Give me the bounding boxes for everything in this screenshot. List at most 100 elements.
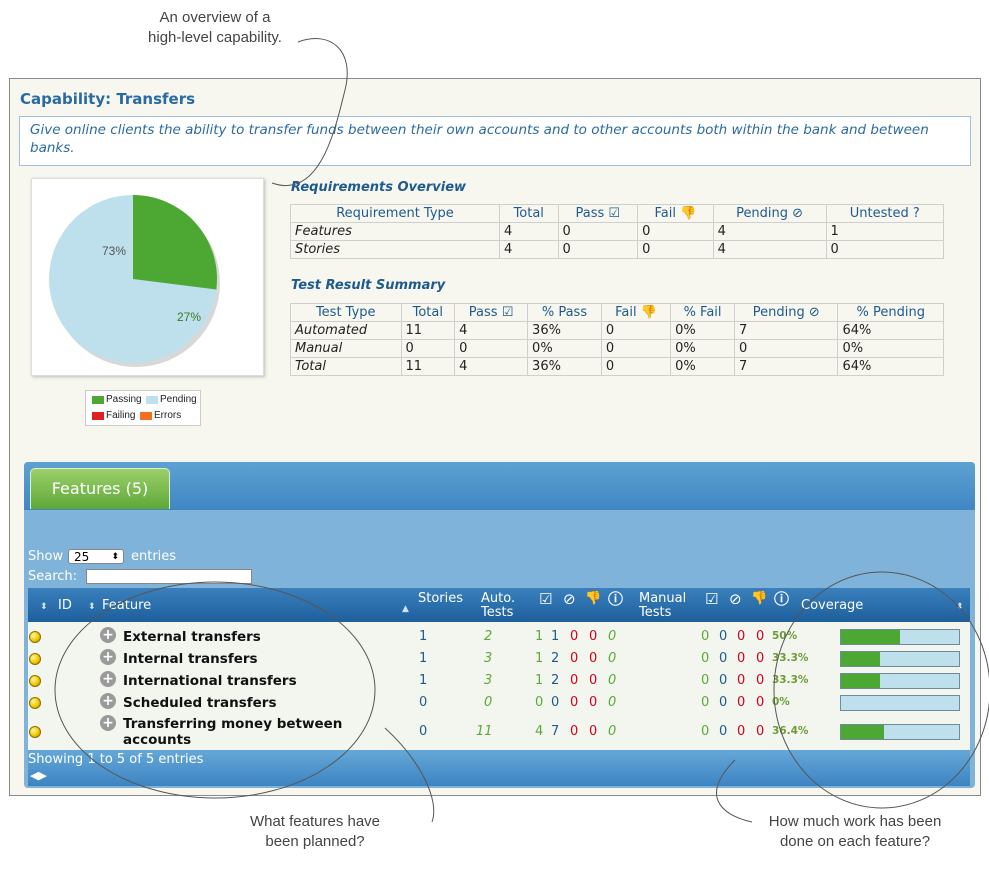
auto-errors: 0 <box>589 629 598 644</box>
manual-passed: 0 <box>701 695 710 710</box>
tab-features[interactable]: Features (5) <box>30 468 170 509</box>
coverage-percent: 33.3% <box>772 652 809 664</box>
table-footer: Showing 1 to 5 of 5 entries ◀▶ <box>28 750 970 786</box>
col-header: Test Type <box>290 303 402 322</box>
entries-select[interactable]: 25 ⬍ <box>68 549 124 564</box>
thumbs-down-icon[interactable]: 👎 <box>585 592 601 606</box>
table-cell: 7 <box>734 321 839 340</box>
table-cell: 0% <box>527 339 602 358</box>
manual-tests-count: 0 <box>608 629 617 644</box>
expand-icon[interactable]: + <box>100 627 116 643</box>
pending-icon[interactable]: ⊘ <box>563 592 576 607</box>
coverage-bar <box>840 695 960 711</box>
col-header: % Pending <box>837 303 944 322</box>
expand-icon[interactable]: + <box>100 693 116 709</box>
pagination-arrows-icon[interactable]: ◀▶ <box>30 769 47 782</box>
legend-swatch <box>92 411 104 420</box>
table-cell: 0 <box>734 339 839 358</box>
feature-name[interactable]: Internal transfers <box>123 651 258 667</box>
table-cell: 0 <box>600 357 672 376</box>
auto-passed: 1 <box>535 651 544 666</box>
table-cell: 4 <box>454 357 529 376</box>
test-results-title: Test Result Summary <box>291 278 446 293</box>
manual-errors: 0 <box>756 629 765 644</box>
table-cell: 4 <box>499 240 559 259</box>
feature-name[interactable]: International transfers <box>123 673 297 689</box>
table-row[interactable]: + International transfers 1 3 1 2 0 0 0 … <box>28 671 970 691</box>
manual-tests-count: 0 <box>608 724 617 739</box>
table-row[interactable]: + Scheduled transfers 0 0 0 0 0 0 0 0 0 … <box>28 693 970 713</box>
stories-count: 0 <box>419 724 428 739</box>
col-feature[interactable]: Feature <box>102 599 151 613</box>
auto-failed: 0 <box>570 673 579 688</box>
search-input[interactable] <box>86 569 252 584</box>
coverage-percent: 36.4% <box>772 725 809 737</box>
col-auto-tests[interactable]: Auto. Tests <box>481 592 515 620</box>
table-row[interactable]: + Internal transfers 1 3 1 2 0 0 0 0 0 0… <box>28 649 970 669</box>
table-cell: 0 <box>825 240 945 259</box>
table-row: Manual 0 0 0% 0 0% 0 0% <box>290 339 944 358</box>
pie-legend: Passing Pending Failing Errors <box>85 390 201 426</box>
expand-icon[interactable]: + <box>100 649 116 665</box>
manual-passed: 0 <box>701 673 710 688</box>
feature-name[interactable]: Scheduled transfers <box>123 695 277 711</box>
auto-pending: 2 <box>551 651 560 666</box>
auto-pending: 2 <box>551 673 560 688</box>
entries-select-value: 25 <box>74 550 90 564</box>
table-header-row: Test Type Total Pass ☑ % Pass Fail 👎 % F… <box>290 303 944 322</box>
table-row[interactable]: + Transferring money between accounts 0 … <box>28 715 970 749</box>
stories-count: 1 <box>419 629 428 644</box>
status-dot-icon <box>29 675 41 687</box>
error-icon[interactable]: ⓘ <box>608 592 623 607</box>
col-coverage[interactable]: Coverage <box>801 599 863 613</box>
expand-icon[interactable]: + <box>100 671 116 687</box>
legend-item-pending: Pending <box>146 394 197 405</box>
pending-icon[interactable]: ⊘ <box>729 592 742 607</box>
auto-errors: 0 <box>589 695 598 710</box>
manual-errors: 0 <box>756 673 765 688</box>
chevron-updown-icon: ⬍ <box>111 552 119 562</box>
manual-pending: 0 <box>719 695 728 710</box>
table-cell: 0% <box>837 339 944 358</box>
pie-chart: 73% 27% <box>31 178 264 376</box>
error-icon[interactable]: ⓘ <box>774 592 789 607</box>
test-results-table: Test Type Total Pass ☑ % Pass Fail 👎 % F… <box>290 303 944 376</box>
auto-tests-count: 0 <box>484 695 493 710</box>
status-dot-icon <box>29 653 41 665</box>
sort-icon[interactable]: ⬍ <box>40 599 48 614</box>
col-header: % Fail <box>670 303 736 322</box>
legend-label: Passing <box>106 394 142 405</box>
table-cell: 4 <box>712 222 827 241</box>
auto-pending: 1 <box>551 629 560 644</box>
manual-errors: 0 <box>756 724 765 739</box>
expand-icon[interactable]: + <box>100 715 116 731</box>
table-cell: 0 <box>600 339 672 358</box>
manual-failed: 0 <box>737 629 746 644</box>
col-header: Pass ☑ <box>557 204 639 223</box>
table-cell: Total <box>290 357 402 376</box>
sort-asc-icon[interactable]: ▲ <box>402 601 409 616</box>
auto-passed: 1 <box>535 629 544 644</box>
manual-passed: 0 <box>701 651 710 666</box>
manual-errors: 0 <box>756 651 765 666</box>
feature-name[interactable]: External transfers <box>123 629 261 645</box>
auto-tests-count: 3 <box>484 651 493 666</box>
table-cell: Features <box>290 222 500 241</box>
thumbs-down-icon[interactable]: 👎 <box>751 592 767 606</box>
sort-icon[interactable]: ⬍ <box>956 599 964 614</box>
col-header: Requirement Type <box>290 204 500 223</box>
feature-name[interactable]: Transferring money between accounts <box>123 716 342 748</box>
manual-failed: 0 <box>737 724 746 739</box>
col-stories[interactable]: Stories <box>418 592 463 606</box>
coverage-bar <box>840 724 960 740</box>
col-manual-tests[interactable]: Manual Tests <box>639 592 686 620</box>
col-header: Untested ? <box>825 204 945 223</box>
table-row[interactable]: + External transfers 1 2 1 1 0 0 0 0 0 0… <box>28 627 970 647</box>
sort-icon[interactable]: ⬍ <box>88 599 96 614</box>
passed-icon[interactable]: ☑ <box>705 592 718 607</box>
show-label: Show <box>28 549 64 564</box>
stories-count: 1 <box>419 651 428 666</box>
coverage-percent: 33.3% <box>772 674 809 686</box>
passed-icon[interactable]: ☑ <box>539 592 552 607</box>
col-id[interactable]: ID <box>58 599 72 613</box>
